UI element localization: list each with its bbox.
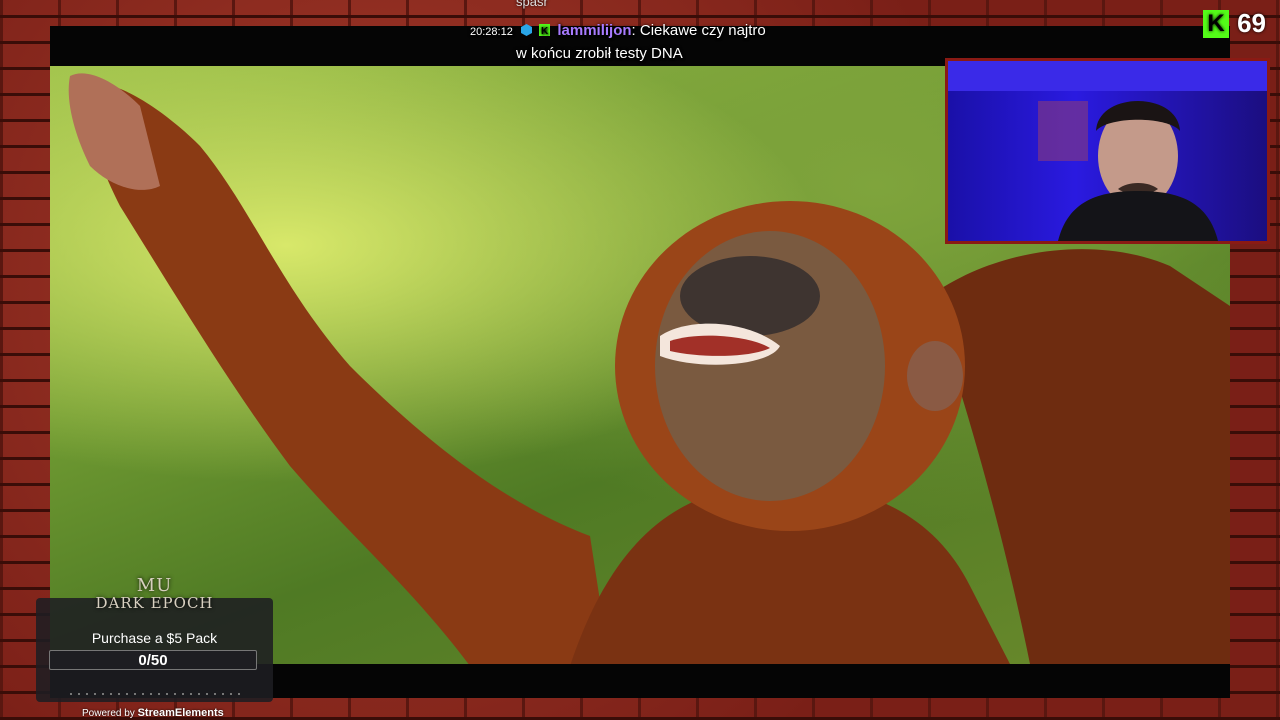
streamer-webcam-image xyxy=(948,61,1267,241)
gift-badge-icon xyxy=(521,24,532,36)
powered-by-label: Powered by StreamElements xyxy=(82,707,224,719)
kick-logo-icon: K xyxy=(1203,9,1230,38)
widget-divider xyxy=(70,693,240,695)
chat-message-text: : Ciekawe czy najtro xyxy=(631,22,766,39)
webcam-overlay xyxy=(945,58,1270,244)
chat-message-text-line2: w końcu zrobił testy DNA xyxy=(516,45,683,62)
viewer-counter: K 69 xyxy=(1203,8,1266,39)
goal-widget: MU DARK EPOCH Purchase a $5 Pack 0/50 xyxy=(36,577,273,702)
chat-username[interactable]: lammilijon xyxy=(557,22,631,39)
svg-text:K: K xyxy=(541,26,549,36)
goal-title: Purchase a $5 Pack xyxy=(91,630,218,646)
kick-badge-icon: K xyxy=(539,24,551,36)
viewer-count: 69 xyxy=(1237,8,1266,38)
goal-progress-bar: 0/50 xyxy=(49,650,257,670)
streamelements-brand: StreamElements xyxy=(137,707,224,719)
mu-dark-epoch-logo: MU DARK EPOCH xyxy=(95,575,214,613)
goal-progress-text: 0/50 xyxy=(138,652,168,669)
chat-timestamp: 20:28:12 xyxy=(470,26,513,38)
chat-previous-message: spasr xyxy=(516,0,548,9)
chat-message: 20:28:12 K lammilijon: Ciekawe czy najtr… xyxy=(470,20,830,65)
